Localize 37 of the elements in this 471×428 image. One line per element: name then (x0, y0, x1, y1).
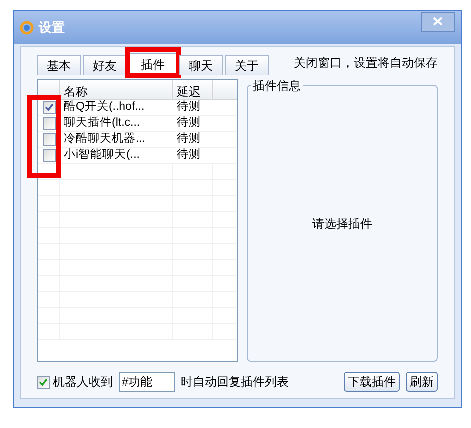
checkbox[interactable] (42, 101, 56, 114)
delay-cell-text: 待测 (176, 132, 202, 147)
delay-cell-text: 待测 (176, 100, 202, 115)
checkbox[interactable] (37, 376, 50, 388)
window-title: 设置 (39, 18, 65, 37)
plugin-row[interactable]: 冷酷聊天机器... 待测 (38, 132, 237, 148)
info-message: 请选择插件 (312, 216, 372, 232)
plugin-row[interactable]: 聊天插件(lt.c... 待测 (38, 116, 237, 132)
plugin-name: 冷酷聊天机器... (63, 132, 147, 147)
tab[interactable]: 关于 (225, 55, 269, 75)
close-icon (433, 17, 443, 26)
group-title: 插件信息 (251, 77, 303, 95)
delay-cell-text: 待测 (176, 148, 202, 163)
plugin-name: 酷Q开关(..hof... (63, 100, 146, 115)
checkbox[interactable] (42, 133, 56, 146)
auto-reply-suffix: 时自动回复插件列表 (181, 374, 289, 391)
plugin-name: 聊天插件(lt.c... (63, 116, 142, 131)
checkmark-icon (39, 378, 48, 386)
auto-save-notice: 关闭窗口，设置将自动保存 (294, 55, 438, 72)
tab[interactable]: 基本 (37, 55, 81, 75)
plugin-row[interactable]: 酷Q开关(..hof... 待测 (38, 100, 237, 116)
plugin-name: 小i智能聊天(... (63, 148, 141, 163)
keyword-field[interactable]: #功能 (119, 372, 175, 392)
tab[interactable]: 聊天 (179, 55, 223, 75)
app-logo-icon (20, 20, 34, 34)
column-header[interactable]: 名称 (60, 80, 173, 99)
plugin-row[interactable]: 小i智能聊天(... 待测 (38, 148, 237, 164)
column-header[interactable]: 延迟 (173, 80, 213, 99)
checkbox[interactable] (42, 117, 56, 130)
close-button[interactable] (421, 12, 455, 32)
auto-reply-label: 机器人收到 (53, 374, 113, 391)
delay-cell-text: 待测 (176, 116, 202, 131)
checkmark-icon (44, 103, 54, 112)
action-button[interactable]: 刷新 (406, 372, 438, 392)
tab[interactable]: 好友 (83, 55, 127, 75)
checkbox[interactable] (42, 149, 56, 162)
action-button[interactable]: 下载插件 (344, 372, 400, 392)
